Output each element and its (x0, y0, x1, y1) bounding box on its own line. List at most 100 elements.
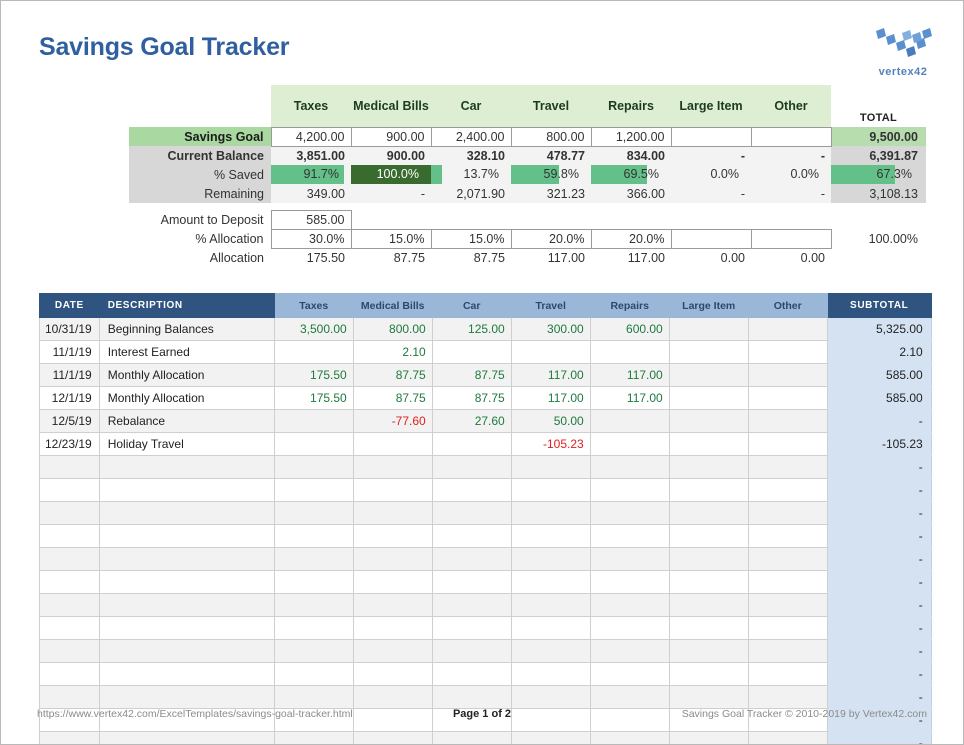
cell-amount[interactable] (511, 548, 590, 571)
cell-amount[interactable] (353, 502, 432, 525)
cell-amount[interactable] (353, 548, 432, 571)
summary-cell-allocation-large-item[interactable] (671, 229, 751, 248)
cell-amount[interactable] (748, 433, 827, 456)
cell-description[interactable]: Beginning Balances (99, 318, 274, 341)
cell-date[interactable] (40, 525, 100, 548)
cell-amount[interactable]: 600.00 (590, 318, 669, 341)
cell-amount[interactable] (748, 502, 827, 525)
cell-amount[interactable]: 800.00 (353, 318, 432, 341)
cell-amount[interactable] (669, 594, 748, 617)
cell-amount[interactable] (511, 571, 590, 594)
cell-date[interactable] (40, 548, 100, 571)
cell-amount[interactable] (432, 594, 511, 617)
cell-description[interactable] (99, 594, 274, 617)
cell-date[interactable] (40, 456, 100, 479)
cell-amount[interactable] (353, 663, 432, 686)
cell-amount[interactable] (432, 663, 511, 686)
cell-description[interactable] (99, 663, 274, 686)
cell-amount[interactable] (511, 686, 590, 709)
cell-description[interactable]: Monthly Allocation (99, 387, 274, 410)
cell-amount[interactable] (274, 410, 353, 433)
cell-amount[interactable]: 50.00 (511, 410, 590, 433)
cell-amount[interactable] (274, 617, 353, 640)
cell-amount[interactable] (511, 525, 590, 548)
cell-amount[interactable] (511, 341, 590, 364)
cell-amount[interactable] (274, 456, 353, 479)
cell-amount[interactable] (353, 640, 432, 663)
cell-amount[interactable]: -105.23 (511, 433, 590, 456)
cell-amount[interactable] (669, 502, 748, 525)
cell-amount[interactable] (274, 594, 353, 617)
summary-cell-savings-goal-car[interactable]: 2,400.00 (431, 127, 511, 146)
cell-amount[interactable] (353, 686, 432, 709)
cell-amount[interactable]: 27.60 (432, 410, 511, 433)
cell-description[interactable] (99, 502, 274, 525)
cell-date[interactable] (40, 594, 100, 617)
summary-cell-amount-to-deposit-taxes[interactable]: 585.00 (271, 210, 351, 229)
cell-amount[interactable] (432, 433, 511, 456)
cell-amount[interactable] (748, 479, 827, 502)
cell-amount[interactable] (511, 456, 590, 479)
cell-amount[interactable] (590, 732, 669, 745)
cell-amount[interactable] (274, 640, 353, 663)
cell-description[interactable]: Monthly Allocation (99, 364, 274, 387)
cell-date[interactable]: 11/1/19 (40, 364, 100, 387)
cell-amount[interactable]: -77.60 (353, 410, 432, 433)
summary-cell-amount-to-deposit-travel[interactable] (511, 210, 591, 229)
cell-amount[interactable] (748, 571, 827, 594)
cell-amount[interactable] (590, 548, 669, 571)
cell-description[interactable] (99, 571, 274, 594)
cell-amount[interactable] (590, 571, 669, 594)
cell-amount[interactable] (669, 387, 748, 410)
summary-cell-allocation-medical-bills[interactable]: 15.0% (351, 229, 431, 248)
cell-amount[interactable] (432, 456, 511, 479)
cell-amount[interactable] (432, 571, 511, 594)
cell-date[interactable] (40, 502, 100, 525)
summary-cell-savings-goal-medical-bills[interactable]: 900.00 (351, 127, 431, 146)
cell-date[interactable]: 11/1/19 (40, 341, 100, 364)
cell-amount[interactable] (432, 548, 511, 571)
cell-amount[interactable] (748, 525, 827, 548)
cell-amount[interactable] (669, 525, 748, 548)
cell-amount[interactable] (669, 686, 748, 709)
cell-amount[interactable] (274, 525, 353, 548)
cell-amount[interactable] (669, 640, 748, 663)
cell-description[interactable]: Interest Earned (99, 341, 274, 364)
summary-cell-allocation-taxes[interactable]: 30.0% (271, 229, 351, 248)
cell-amount[interactable]: 87.75 (353, 364, 432, 387)
cell-amount[interactable] (353, 594, 432, 617)
cell-amount[interactable] (511, 594, 590, 617)
cell-amount[interactable] (669, 663, 748, 686)
cell-date[interactable] (40, 479, 100, 502)
summary-cell-amount-to-deposit-other[interactable] (751, 210, 831, 229)
cell-amount[interactable] (590, 456, 669, 479)
cell-date[interactable] (40, 571, 100, 594)
cell-amount[interactable]: 87.75 (432, 387, 511, 410)
cell-amount[interactable] (274, 571, 353, 594)
cell-amount[interactable]: 117.00 (590, 364, 669, 387)
cell-amount[interactable] (748, 410, 827, 433)
cell-amount[interactable] (274, 548, 353, 571)
cell-amount[interactable] (353, 732, 432, 745)
cell-description[interactable] (99, 525, 274, 548)
cell-amount[interactable] (669, 318, 748, 341)
cell-amount[interactable] (669, 732, 748, 745)
cell-amount[interactable] (748, 617, 827, 640)
cell-amount[interactable]: 175.50 (274, 364, 353, 387)
cell-amount[interactable] (590, 525, 669, 548)
cell-amount[interactable] (432, 640, 511, 663)
cell-amount[interactable] (748, 548, 827, 571)
cell-amount[interactable] (748, 732, 827, 745)
summary-cell-allocation-repairs[interactable]: 20.0% (591, 229, 671, 248)
cell-amount[interactable] (748, 594, 827, 617)
cell-amount[interactable] (748, 364, 827, 387)
cell-amount[interactable] (511, 479, 590, 502)
cell-description[interactable] (99, 640, 274, 663)
cell-amount[interactable] (669, 617, 748, 640)
cell-amount[interactable]: 125.00 (432, 318, 511, 341)
cell-amount[interactable] (669, 571, 748, 594)
cell-amount[interactable] (669, 410, 748, 433)
cell-amount[interactable]: 117.00 (511, 364, 590, 387)
summary-cell-savings-goal-repairs[interactable]: 1,200.00 (591, 127, 671, 146)
summary-cell-amount-to-deposit-medical-bills[interactable] (351, 210, 431, 229)
